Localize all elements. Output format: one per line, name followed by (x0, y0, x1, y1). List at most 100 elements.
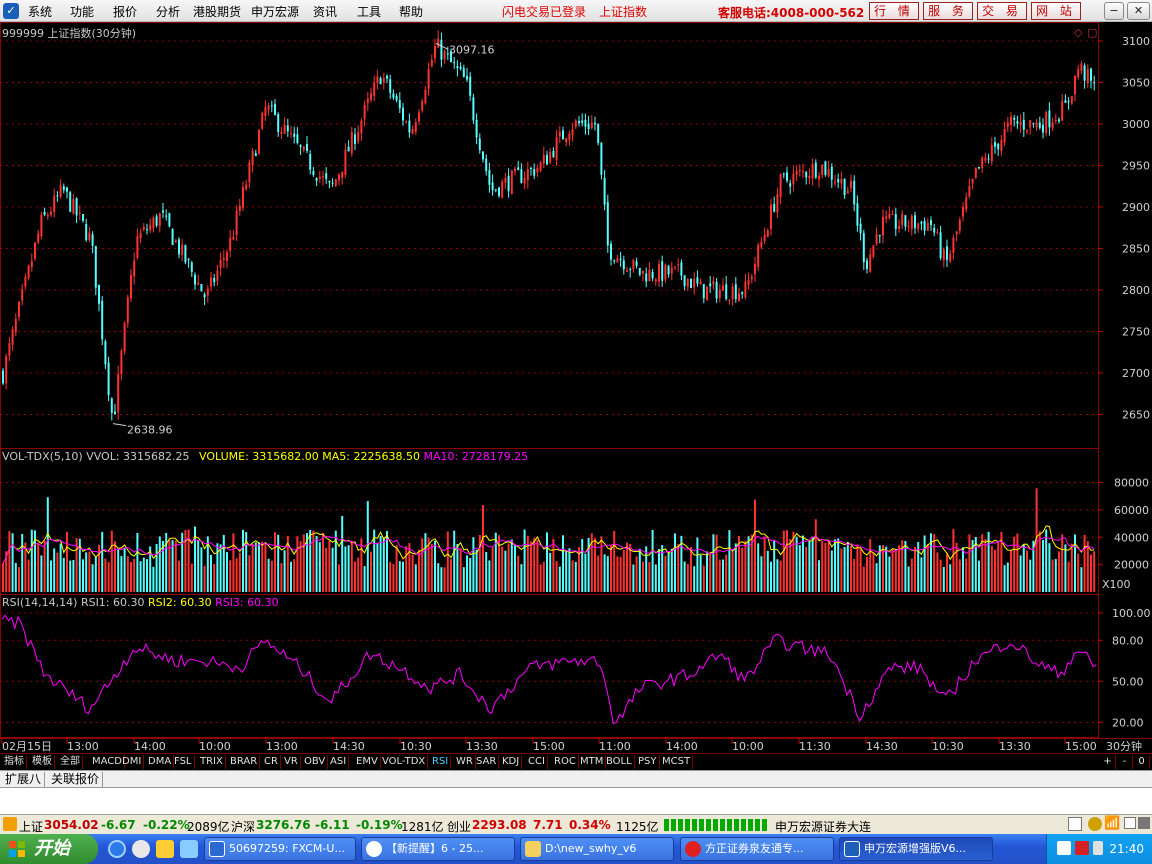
candlestick-down (709, 283, 712, 287)
candlestick-up (341, 171, 344, 178)
task-fxcm[interactable]: 50697259: FXCM-U... (204, 837, 356, 861)
indicator-control-0[interactable]: + (1100, 755, 1116, 769)
indicator-tab-psy[interactable]: PSY (636, 755, 660, 769)
menu-swhy[interactable]: 申万宏源 (251, 3, 299, 20)
show-desktop-icon[interactable] (156, 840, 174, 858)
login-status: 闪电交易已登录 (502, 5, 587, 19)
tab-extension-eight[interactable]: 扩展八 (2, 772, 46, 787)
candlestick-down (293, 133, 296, 137)
task-folder[interactable]: D:\new_swhy_v6 (520, 837, 674, 861)
candlestick-down (66, 187, 68, 192)
menu-news[interactable]: 资讯 (313, 3, 337, 20)
candlestick-up (632, 259, 635, 270)
indicator-tab-fsl[interactable]: FSL (172, 755, 195, 769)
indicator-tab-kdj[interactable]: KDJ (500, 755, 523, 769)
indicator-control-1[interactable]: - (1117, 755, 1133, 769)
candlestick-down (165, 215, 168, 217)
task-reminder[interactable]: 【新提醒】6 - 25... (361, 837, 515, 861)
indicator-tab-cr[interactable]: CR (262, 755, 281, 769)
candlestick-up (174, 240, 177, 243)
monitor-icon[interactable] (1124, 817, 1136, 829)
trading-app-window: ✓ 系统 功能 报价 分析 港股期货 申万宏源 资讯 工具 帮助 闪电交易已登录… (0, 0, 1152, 864)
menu-hk-futures[interactable]: 港股期货 (193, 3, 241, 20)
indicator-tab-vr[interactable]: VR (282, 755, 301, 769)
candlestick-up (1003, 128, 1006, 143)
indicator-tab-dmi[interactable]: DMI (120, 755, 145, 769)
time-axis-label: 15:00 (533, 740, 565, 752)
candlestick-down (402, 107, 404, 121)
kline-chart-canvas[interactable]: 3100 3050 3000 2950 2900 2850 2800 2750 2700 2650… (0, 22, 1152, 752)
start-button[interactable]: 开始 (0, 834, 98, 864)
menu-analysis[interactable]: 分析 (156, 3, 180, 20)
candlestick-up (616, 258, 619, 263)
time-axis-label: 10:30 (932, 740, 964, 752)
close-icon[interactable]: ✕ (1127, 2, 1150, 20)
candlestick-up (750, 276, 753, 280)
indicator-tab-mcst[interactable]: MCST (660, 755, 694, 769)
chart-area[interactable]: 3100 3050 3000 2950 2900 2850 2800 2750 2700 2650… (0, 22, 1152, 752)
menu-tools[interactable]: 工具 (357, 3, 381, 20)
indicator-tab-asi[interactable]: ASI (328, 755, 350, 769)
media-player-icon[interactable] (132, 840, 150, 858)
indicator-tab-sar[interactable]: SAR (474, 755, 500, 769)
candlestick-down (645, 273, 648, 282)
info-icon[interactable] (1088, 817, 1102, 831)
security-icon[interactable] (1075, 841, 1089, 855)
indicator-tab-brar[interactable]: BRAR (228, 755, 261, 769)
indicator-tab-mtm[interactable]: MTM (578, 755, 607, 769)
indicator-control-2[interactable]: 0 (1134, 755, 1150, 769)
candlestick-up (437, 38, 440, 48)
indicator-tab-指标[interactable]: 指标 (2, 755, 27, 769)
task-founder[interactable]: 方正证券泉友通专... (680, 837, 834, 861)
time-axis-label: 14:30 (866, 740, 898, 752)
candlestick-up (917, 223, 920, 230)
indicator-tab-roc[interactable]: ROC (552, 755, 579, 769)
menu-help[interactable]: 帮助 (399, 3, 423, 20)
candlestick-up (926, 222, 929, 231)
price-tick-label: 2650 (1122, 408, 1150, 421)
volume-icon[interactable] (1093, 841, 1103, 855)
nav-trade-button[interactable]: 交 易 (977, 2, 1027, 20)
indicator-tab-vol-tdx[interactable]: VOL-TDX (380, 755, 429, 769)
nav-service-button[interactable]: 服 务 (923, 2, 973, 20)
candlestick-down (312, 170, 315, 176)
ie-icon[interactable] (108, 840, 126, 858)
candlestick-down (1032, 123, 1035, 125)
rsi-tick-label: 50.00 (1112, 675, 1144, 688)
candlestick-up (526, 169, 529, 181)
indicator-tab-全部[interactable]: 全部 (58, 755, 83, 769)
candlestick-up (834, 181, 836, 183)
task-swhy[interactable]: 申万宏源增强版V6... (839, 837, 993, 861)
tab-related-quotes[interactable]: 关联报价 (48, 772, 104, 787)
app-logo-icon: ✓ (3, 3, 19, 19)
candlestick-down (581, 120, 584, 123)
indicator-tab-obv[interactable]: OBV (302, 755, 329, 769)
candlestick-down (1013, 117, 1016, 120)
minimize-icon[interactable]: − (1104, 2, 1124, 20)
indicator-tab-emv[interactable]: EMV (354, 755, 381, 769)
candlestick-up (542, 154, 545, 164)
indicator-tab-boll[interactable]: BOLL (604, 755, 635, 769)
lock-icon[interactable] (1138, 817, 1150, 829)
indicator-tab-模板[interactable]: 模板 (30, 755, 55, 769)
nav-quotes-button[interactable]: 行 情 (869, 2, 919, 20)
alert-icon[interactable] (3, 817, 17, 831)
candlestick-up (504, 177, 507, 183)
network-icon[interactable] (1057, 841, 1071, 855)
candlestick-down (930, 220, 932, 225)
indicator-tab-wr[interactable]: WR (454, 755, 476, 769)
indicator-tab-cci[interactable]: CCI (526, 755, 548, 769)
indicator-tab-rsi[interactable]: RSI (430, 755, 452, 769)
layout-icon[interactable] (1068, 817, 1082, 831)
menu-quote[interactable]: 报价 (113, 3, 137, 20)
explorer-icon[interactable] (180, 840, 198, 858)
indicator-tab-dma[interactable]: DMA (146, 755, 175, 769)
menu-function[interactable]: 功能 (70, 3, 94, 20)
candlestick-down (773, 203, 776, 212)
current-index-name[interactable]: 上证指数 (599, 3, 647, 20)
nav-website-button[interactable]: 网 站 (1031, 2, 1081, 20)
candlestick-up (968, 185, 971, 197)
menu-system[interactable]: 系统 (28, 3, 52, 20)
candlestick-down (530, 167, 532, 169)
indicator-tab-trix[interactable]: TRIX (198, 755, 226, 769)
